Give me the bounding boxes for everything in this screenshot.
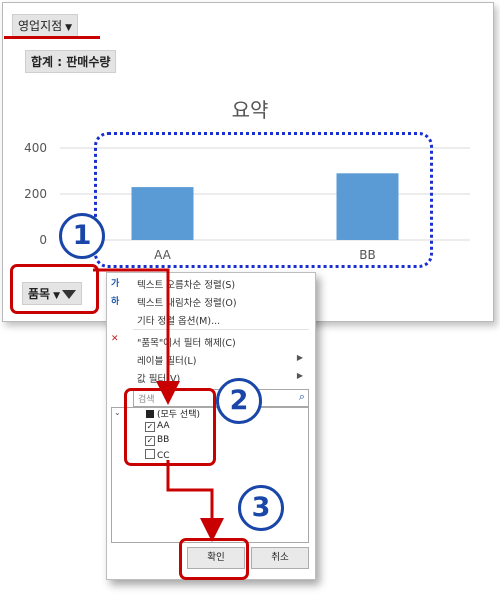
arrow-step1-to-step2 xyxy=(93,268,180,405)
callout-step-1: 1 xyxy=(59,213,105,259)
arrow-step2-to-step3 xyxy=(166,460,224,542)
callout-step-2: 2 xyxy=(216,378,262,424)
callout-step-3: 3 xyxy=(238,485,284,531)
